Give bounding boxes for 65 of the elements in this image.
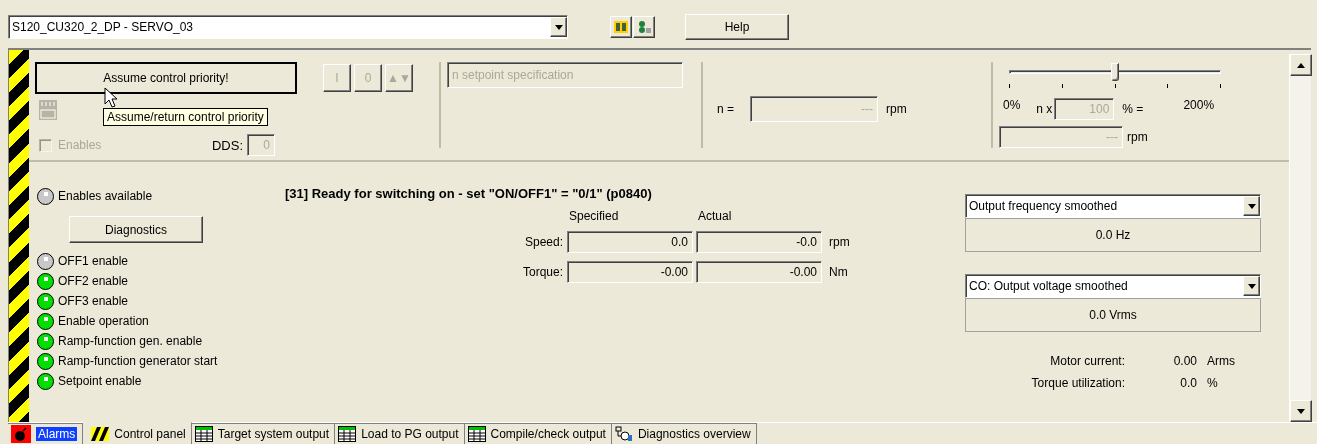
scrollbar[interactable]: [1289, 54, 1311, 422]
signal-value: 0.0 Hz: [965, 218, 1261, 252]
value-field: 0.0: [567, 231, 693, 253]
tab[interactable]: Control panel: [83, 422, 192, 444]
tab[interactable]: Load to PG output: [335, 423, 465, 444]
down-arrow-icon: [1247, 203, 1256, 209]
network-icon: [614, 426, 633, 442]
reading-label: Torque utilization:: [1030, 376, 1125, 390]
row-label: Torque:: [521, 265, 564, 279]
result-speed-field: ---: [999, 126, 1123, 148]
mouse-cursor-icon: [104, 87, 118, 109]
tab[interactable]: Target system output: [191, 423, 336, 444]
value-field: -0.00: [696, 261, 822, 283]
slider-thumb[interactable]: [1111, 63, 1119, 81]
down-arrow-icon: [1297, 408, 1305, 414]
dds-label: DDS:: [211, 137, 243, 153]
led-label: Enable operation: [58, 314, 149, 328]
column-header: Actual: [697, 209, 733, 223]
max-label: 200%: [1183, 98, 1215, 112]
grid-table-icon: [194, 426, 213, 442]
hazard-stripes-icon: [91, 426, 110, 441]
value-field: -0.0: [696, 231, 822, 253]
tab[interactable]: Diagnostics overview: [611, 423, 757, 444]
diagnostics-button[interactable]: Diagnostics: [69, 216, 203, 243]
signal-selector[interactable]: Output frequency smoothed: [965, 194, 1261, 218]
led-label: Ramp-function gen. enable: [58, 334, 203, 348]
unit-label: rpm: [1127, 130, 1148, 144]
unit-label: Nm: [828, 265, 849, 279]
n-times-label: n x: [1036, 102, 1053, 116]
bomb-icon: [11, 425, 31, 443]
led-label: Ramp-function generator start: [58, 354, 218, 368]
unit-label: rpm: [828, 235, 851, 249]
reading-value: 0.0: [1179, 376, 1197, 390]
unit-label: %: [1206, 376, 1219, 390]
object-selector[interactable]: S120_CU320_2_DP - SERVO_03: [8, 15, 568, 39]
grid-table-icon: [338, 426, 357, 442]
status-message: [31] Ready for switching on - set "ON/OFF1" = "0/1" (p0840): [285, 186, 652, 201]
grid-table-icon: [467, 426, 486, 442]
unit-label: rpm: [886, 102, 907, 116]
signal-selector[interactable]: CO: Output voltage smoothed: [965, 274, 1261, 298]
column-header: Specified: [568, 209, 620, 223]
up-arrow-icon: [1297, 62, 1305, 68]
led-label: Setpoint enable: [58, 374, 142, 388]
unit-label: Arms: [1206, 354, 1236, 368]
help-button[interactable]: Help: [685, 14, 789, 40]
speed-field: ---: [750, 96, 878, 122]
speed-label: n =: [717, 102, 734, 116]
down-arrow-icon: [554, 24, 563, 30]
led-label: OFF2 enable: [58, 274, 129, 288]
percent-label: % =: [1122, 102, 1144, 116]
min-label: 0%: [1003, 98, 1021, 112]
row-label: Speed:: [523, 235, 564, 249]
led-label: Enables available: [58, 189, 153, 203]
value-field: -0.00: [567, 261, 693, 283]
reading-value: 0.00: [1172, 354, 1197, 368]
tab[interactable]: Alarms: [8, 423, 84, 444]
enables-label: Enables: [58, 138, 102, 152]
signal-value: 0.0 Vrms: [965, 298, 1261, 332]
tooltip: Assume/return control priority: [103, 108, 268, 126]
led-label: OFF3 enable: [58, 294, 129, 308]
reading-label: Motor current:: [1049, 354, 1125, 368]
tab[interactable]: Compile/check output: [464, 423, 612, 444]
down-arrow-icon: [1247, 283, 1256, 289]
led-label: OFF1 enable: [58, 254, 129, 268]
assume-control-button[interactable]: Assume control priority!: [35, 62, 297, 94]
